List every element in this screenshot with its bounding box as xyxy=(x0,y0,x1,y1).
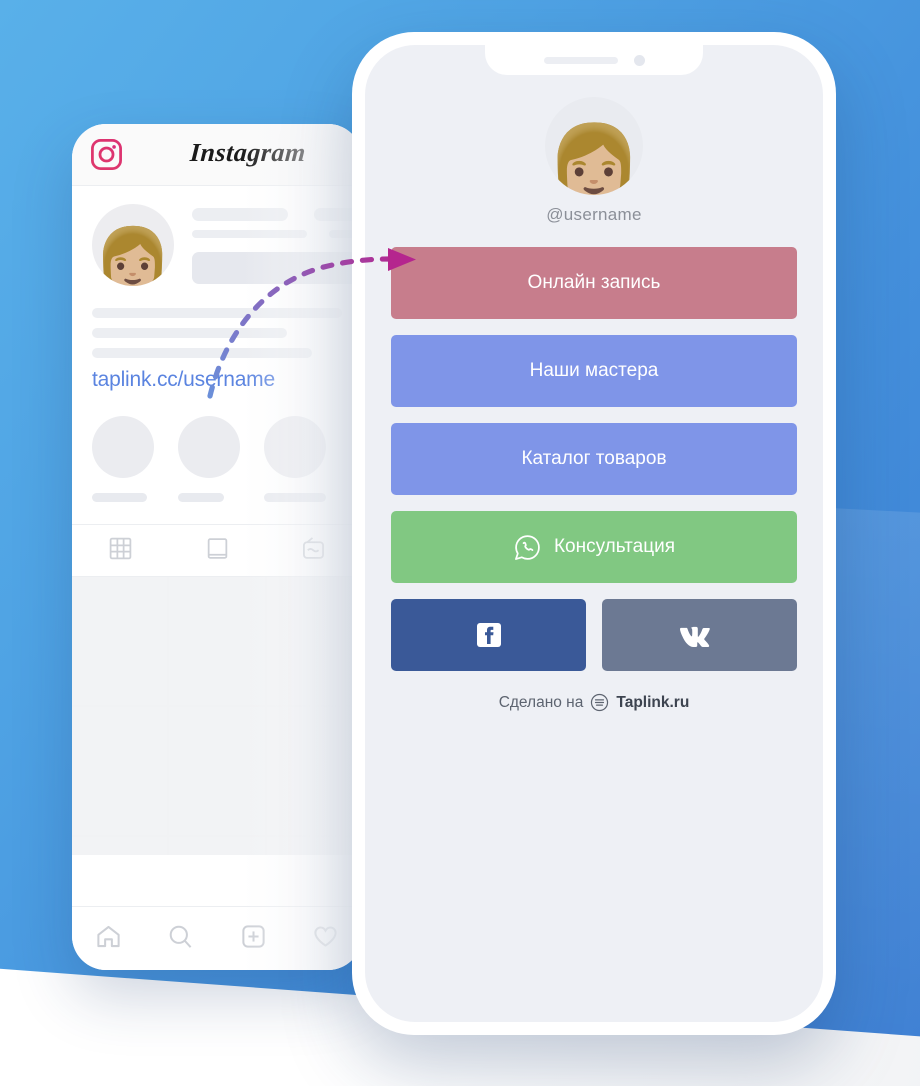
search-icon xyxy=(167,923,194,955)
whatsapp-consultation-button[interactable]: Консультация xyxy=(391,511,797,583)
instagram-profile-tabs xyxy=(72,524,362,576)
grid-cell[interactable] xyxy=(72,707,168,835)
vk-icon xyxy=(678,622,722,648)
link-buttons-list: Онлайн запись Наши мастера Каталог товар… xyxy=(391,247,797,671)
story-highlight-label xyxy=(92,493,147,502)
story-highlight-label xyxy=(264,493,326,502)
tv-icon xyxy=(301,536,326,566)
story-highlights xyxy=(92,416,342,502)
sidebar-item-feed-tab[interactable] xyxy=(169,536,266,566)
taplink-logo-icon xyxy=(590,693,609,712)
phone-notch xyxy=(485,45,703,75)
online-booking-label: Онлайн запись xyxy=(527,272,661,293)
product-catalog-label: Каталог товаров xyxy=(521,448,667,469)
story-highlight-circle xyxy=(178,416,240,478)
grid-cell[interactable] xyxy=(266,837,362,855)
taplink-footer: Сделано на Taplink.ru xyxy=(391,693,797,712)
grid-cell[interactable] xyxy=(169,837,265,855)
profile-bio-placeholder xyxy=(92,308,342,358)
home-nav-button[interactable] xyxy=(72,923,145,955)
story-highlight-item[interactable] xyxy=(92,416,154,502)
avatar: 👩🏼 xyxy=(92,204,174,286)
grid-cell[interactable] xyxy=(266,577,362,705)
home-icon xyxy=(95,923,122,955)
grid-cell[interactable] xyxy=(72,837,168,855)
facebook-button[interactable] xyxy=(391,599,586,671)
instagram-wordmark: Instagram xyxy=(189,138,307,167)
search-nav-button[interactable] xyxy=(145,923,218,955)
taplink-phone-mockup: 👩🏼 @username Онлайн запись Наши мастера … xyxy=(352,32,836,1035)
taplink-page-screen: 👩🏼 @username Онлайн запись Наши мастера … xyxy=(365,45,823,1022)
whatsapp-icon xyxy=(513,533,542,562)
facebook-icon xyxy=(473,619,505,651)
vk-button[interactable] xyxy=(602,599,797,671)
heart-icon xyxy=(312,923,339,955)
instagram-app-header: Instagram xyxy=(72,124,362,186)
grid-cell[interactable] xyxy=(169,707,265,835)
instagram-bottom-nav xyxy=(72,906,362,970)
username-label: @username xyxy=(546,205,642,224)
our-masters-label: Наши мастера xyxy=(529,360,659,381)
grid-cell[interactable] xyxy=(169,577,265,705)
square-icon xyxy=(205,536,230,566)
sidebar-item-grid-tab[interactable] xyxy=(72,536,169,566)
social-buttons-row xyxy=(391,599,797,671)
plus-square-icon xyxy=(240,923,267,955)
sidebar-item-igtv-tab[interactable] xyxy=(265,536,362,566)
story-highlight-item[interactable] xyxy=(178,416,240,502)
profile-stats-placeholder xyxy=(192,206,362,284)
product-catalog-button[interactable]: Каталог товаров xyxy=(391,423,797,495)
footer-brand: Taplink.ru xyxy=(616,693,690,711)
add-post-nav-button[interactable] xyxy=(217,923,290,955)
story-highlight-circle xyxy=(264,416,326,478)
grid-cell[interactable] xyxy=(266,707,362,835)
footer-prefix: Сделано на xyxy=(498,693,584,711)
instagram-phone-mockup: Instagram 👩🏼 taplink.cc/username xyxy=(72,124,362,970)
whatsapp-consultation-label: Консультация xyxy=(553,536,676,557)
speaker-grille-icon xyxy=(543,56,618,64)
instagram-camera-icon[interactable] xyxy=(90,138,123,171)
online-booking-button[interactable]: Онлайн запись xyxy=(391,247,797,319)
grid-cell[interactable] xyxy=(72,577,168,705)
story-highlight-circle xyxy=(92,416,154,478)
story-highlight-item[interactable] xyxy=(264,416,326,502)
story-highlight-label xyxy=(178,493,224,502)
instagram-profile-body: 👩🏼 taplink.cc/username xyxy=(72,186,362,502)
instagram-profile-row: 👩🏼 xyxy=(92,204,362,286)
front-camera-icon xyxy=(633,54,645,66)
promo-illustration: Instagram 👩🏼 taplink.cc/username 👩🏼 @use… xyxy=(0,0,920,1086)
grid-icon xyxy=(108,536,133,566)
avatar: 👩🏼 xyxy=(545,97,643,195)
profile-link[interactable]: taplink.cc/username xyxy=(92,368,342,392)
our-masters-button[interactable]: Наши мастера xyxy=(391,335,797,407)
instagram-post-grid xyxy=(72,576,362,855)
